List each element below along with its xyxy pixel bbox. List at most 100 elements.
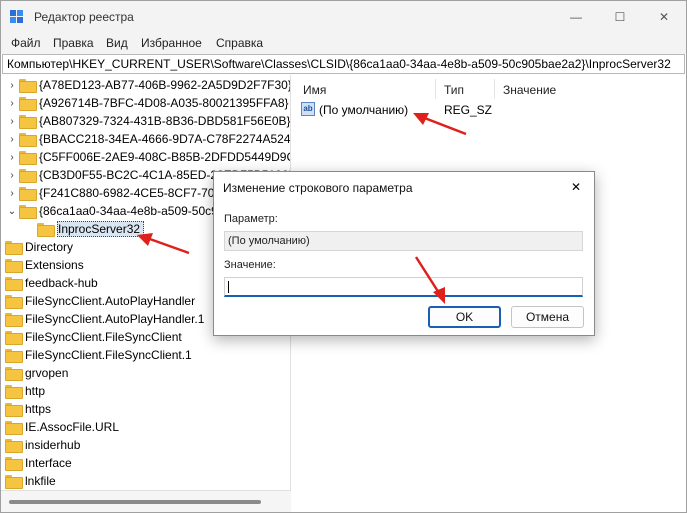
chevron-right-icon[interactable]: › (5, 170, 19, 181)
folder-icon (19, 187, 37, 201)
column-header-name[interactable]: Имя (303, 83, 326, 97)
folder-icon (5, 241, 23, 255)
menu-bar: Файл Правка Вид Избранное Справка (1, 32, 686, 54)
string-value-icon: ab (301, 102, 315, 116)
close-icon: ✕ (570, 180, 582, 194)
folder-icon (19, 151, 37, 165)
folder-icon (19, 97, 37, 111)
folder-icon (37, 223, 55, 237)
tree-item-selected[interactable]: InprocServer32 (33, 220, 145, 238)
tree-horizontal-scrollbar[interactable] (1, 490, 291, 512)
tree-item[interactable]: FileSyncClient.AutoPlayHandler (5, 292, 195, 310)
menu-favorites[interactable]: Избранное (141, 36, 202, 50)
tree-item-label: {AB807329-7324-431B-8B36-DBD581F56E0B} (39, 114, 291, 128)
close-icon: ✕ (658, 9, 670, 24)
menu-file[interactable]: Файл (11, 36, 41, 50)
title-bar: Редактор реестра — ☐ ✕ (1, 1, 686, 32)
tree-item[interactable]: Directory (5, 238, 73, 256)
tree-item-label: FileSyncClient.FileSyncClient.1 (25, 348, 192, 362)
chevron-down-icon[interactable]: ⌄ (5, 206, 19, 217)
menu-help[interactable]: Справка (216, 36, 263, 50)
tree-item[interactable]: › {BBACC218-34EA-4666-9D7A-C78F2274A524} (5, 130, 291, 148)
value-data-input[interactable] (224, 277, 583, 297)
folder-icon (19, 133, 37, 147)
tree-item-label: {A78ED123-AB77-406B-9962-2A5D9D2F7F30} (39, 78, 291, 92)
column-header-type[interactable]: Тип (444, 83, 464, 97)
tree-item[interactable]: FileSyncClient.FileSyncClient.1 (5, 346, 192, 364)
tree-item[interactable]: › {AB807329-7324-431B-8B36-DBD581F56E0B} (5, 112, 291, 130)
menu-view[interactable]: Вид (106, 36, 128, 50)
tree-item[interactable]: IE.AssocFile.URL (5, 418, 119, 436)
dialog-title: Изменение строкового параметра (223, 181, 413, 195)
folder-icon (19, 205, 37, 219)
column-header-value[interactable]: Значение (503, 83, 556, 97)
chevron-right-icon[interactable]: › (5, 134, 19, 145)
folder-icon (5, 349, 23, 363)
tree-item-label: IE.AssocFile.URL (25, 420, 120, 434)
chevron-right-icon[interactable]: › (5, 188, 19, 199)
maximize-button[interactable]: ☐ (598, 1, 642, 32)
tree-item[interactable]: feedback-hub (5, 274, 98, 292)
menu-edit[interactable]: Правка (53, 36, 94, 50)
tree-item-label: https (25, 402, 52, 416)
tree-item[interactable]: › {A78ED123-AB77-406B-9962-2A5D9D2F7F30} (5, 76, 291, 94)
folder-icon (5, 277, 23, 291)
tree-item[interactable]: http (5, 382, 45, 400)
tree-item[interactable]: FileSyncClient.FileSyncClient (5, 328, 182, 346)
tree-item-label: {C5FF006E-2AE9-408C-B85B-2DFDD5449D9C} (39, 150, 291, 164)
chevron-right-icon[interactable]: › (5, 80, 19, 91)
folder-icon (5, 367, 23, 381)
tree-item[interactable]: Interface (5, 454, 72, 472)
cancel-button[interactable]: Отмена (511, 306, 584, 328)
tree-item-label: feedback-hub (25, 276, 98, 290)
registry-editor-window: Редактор реестра — ☐ ✕ Файл Правка Вид И… (0, 0, 687, 513)
dialog-close-button[interactable]: ✕ (564, 176, 588, 198)
folder-icon (5, 313, 23, 327)
param-name-field: (По умолчанию) (224, 231, 583, 251)
value-row-type: REG_SZ (444, 103, 493, 117)
tree-item-label: FileSyncClient.AutoPlayHandler.1 (25, 312, 205, 326)
folder-icon (5, 457, 23, 471)
tree-item-label: {A926714B-7BFC-4D08-A035-80021395FFA8} (39, 96, 289, 110)
folder-icon (5, 403, 23, 417)
tree-item-label: insiderhub (25, 438, 81, 452)
tree-item[interactable]: FileSyncClient.AutoPlayHandler.1 (5, 310, 204, 328)
folder-icon (5, 331, 23, 345)
edit-string-dialog: Изменение строкового параметра ✕ Парамет… (213, 171, 595, 336)
minimize-button[interactable]: — (554, 1, 598, 32)
registry-editor-icon (10, 10, 23, 23)
text-caret (228, 281, 229, 293)
folder-icon (19, 115, 37, 129)
chevron-right-icon[interactable]: › (5, 116, 19, 127)
close-button[interactable]: ✕ (642, 1, 686, 32)
folder-icon (5, 475, 23, 489)
tree-item[interactable]: grvopen (5, 364, 68, 382)
tree-item[interactable]: › {C5FF006E-2AE9-408C-B85B-2DFDD5449D9C} (5, 148, 291, 166)
minimize-icon: — (570, 9, 582, 24)
tree-item[interactable]: Extensions (5, 256, 84, 274)
tree-item-label: InprocServer32 (57, 221, 145, 237)
tree-item[interactable]: › {A926714B-7BFC-4D08-A035-80021395FFA8} (5, 94, 289, 112)
tree-item-label: grvopen (25, 366, 69, 380)
tree-item-label: http (25, 384, 46, 398)
value-row-name[interactable]: (По умолчанию) (319, 103, 408, 117)
tree-item[interactable]: lnkfile (5, 472, 56, 490)
chevron-right-icon[interactable]: › (5, 98, 19, 109)
address-bar[interactable]: Компьютер\HKEY_CURRENT_USER\Software\Cla… (2, 54, 685, 74)
tree-item-label: lnkfile (25, 474, 56, 488)
tree-item-label: FileSyncClient.FileSyncClient (25, 330, 182, 344)
maximize-icon: ☐ (614, 9, 626, 24)
tree-item[interactable]: insiderhub (5, 436, 80, 454)
column-divider[interactable] (494, 79, 495, 99)
tree-item-label: {BBACC218-34EA-4666-9D7A-C78F2274A524} (39, 132, 291, 146)
param-label: Параметр: (224, 213, 278, 225)
folder-icon (19, 169, 37, 183)
column-divider[interactable] (435, 79, 436, 99)
ok-button[interactable]: OK (428, 306, 501, 328)
scrollbar-thumb[interactable] (9, 500, 261, 504)
folder-icon (19, 79, 37, 93)
tree-item[interactable]: https (5, 400, 51, 418)
tree-item-label: Extensions (25, 258, 84, 272)
chevron-right-icon[interactable]: › (5, 152, 19, 163)
window-title: Редактор реестра (34, 10, 134, 24)
